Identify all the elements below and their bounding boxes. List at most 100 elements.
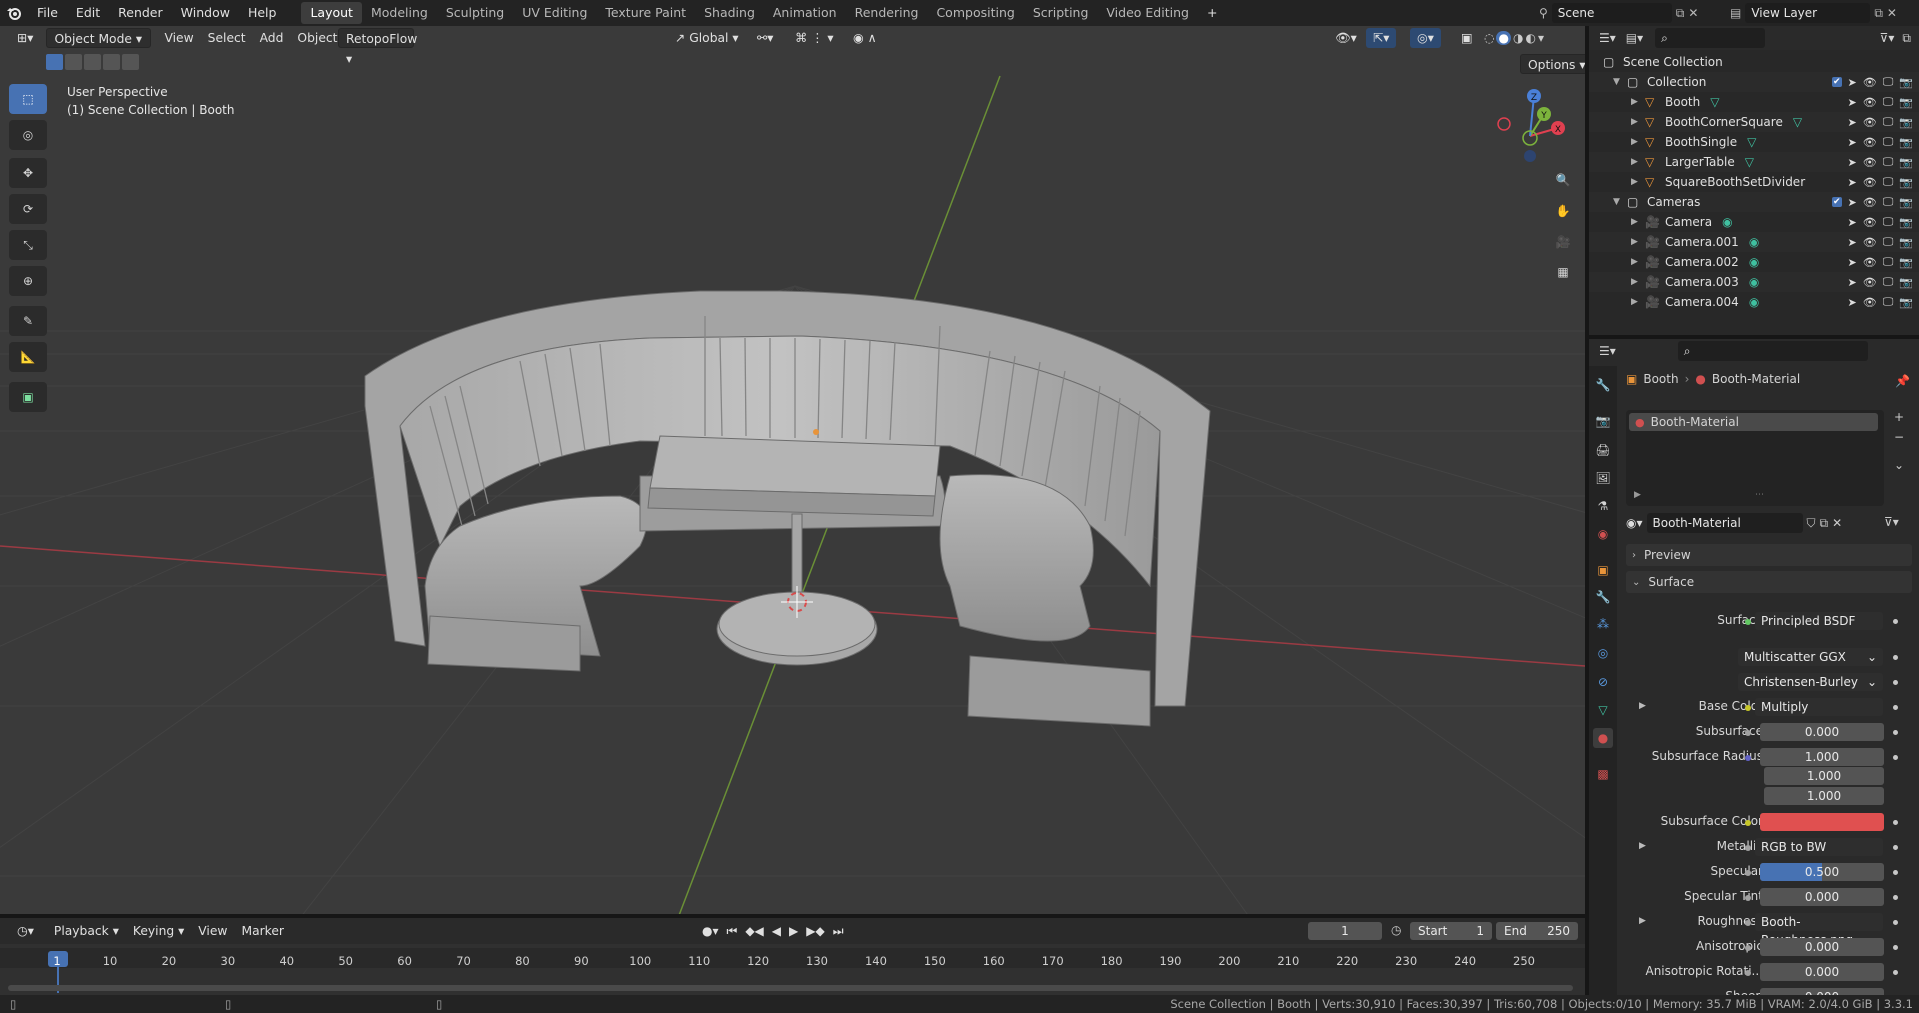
workspace-tab-video-editing[interactable]: Video Editing bbox=[1097, 2, 1198, 24]
fake-user-icon[interactable]: ⛉ bbox=[1807, 516, 1816, 531]
add-slot-icon[interactable]: + bbox=[1894, 410, 1904, 424]
outliner-collection[interactable]: ▼ ▢ Collection ✔ ➤ 👁 🖵 📷 bbox=[1589, 72, 1919, 92]
blender-logo-icon[interactable] bbox=[0, 0, 28, 26]
annotate-tool[interactable]: ✎ bbox=[9, 306, 47, 336]
material-tab-icon[interactable]: ● bbox=[1593, 728, 1613, 748]
navigation-gizmo[interactable]: X Y Z bbox=[1490, 86, 1570, 166]
wireframe-shading-icon[interactable]: ◌ bbox=[1484, 31, 1494, 45]
transform-orientation-dropdown[interactable]: ↗ Global ▾ bbox=[668, 28, 746, 48]
expand-chevron-icon[interactable]: ▶ bbox=[1631, 217, 1645, 227]
eye-icon[interactable]: 👁 bbox=[1863, 156, 1877, 169]
timeline-scrollbar[interactable] bbox=[8, 985, 1573, 991]
workspace-tab-layout[interactable]: Layout bbox=[301, 2, 362, 24]
select-arrow-icon[interactable]: ➤ bbox=[1848, 276, 1857, 289]
properties-editor-icon[interactable]: ☰▾ bbox=[1599, 344, 1616, 358]
scene-icon[interactable]: ⚲ bbox=[1539, 6, 1548, 20]
outliner-item[interactable]: ▶ ▽ BoothCornerSquare ▽ ➤ 👁 🖵 📷 bbox=[1589, 112, 1919, 132]
delete-view-layer-icon[interactable]: ✕ bbox=[1887, 6, 1897, 20]
timeline-editor-type[interactable]: ◷▾ bbox=[10, 921, 41, 941]
socket-dot-icon[interactable] bbox=[1745, 870, 1751, 876]
select-arrow-icon[interactable]: ➤ bbox=[1848, 216, 1857, 229]
add-workspace-button[interactable]: + bbox=[1198, 0, 1226, 26]
render-camera-icon[interactable]: 📷 bbox=[1899, 176, 1913, 189]
prop-field[interactable]: 0.500 bbox=[1760, 863, 1884, 881]
render-camera-icon[interactable]: 📷 bbox=[1899, 296, 1913, 309]
select-invert-icon[interactable] bbox=[103, 54, 120, 70]
zoom-view-button[interactable]: 🔍 bbox=[1549, 166, 1577, 194]
outliner-item[interactable]: ▶ 🎥 Camera.004 ◉ ➤ 👁 🖵 📷 bbox=[1589, 292, 1919, 312]
outliner-item[interactable]: ▶ ▽ SquareBoothSetDivider ➤ 👁 🖵 📷 bbox=[1589, 172, 1919, 192]
remove-slot-icon[interactable]: − bbox=[1894, 430, 1904, 444]
prev-keyframe-icon[interactable]: ◆◀ bbox=[745, 924, 763, 938]
eye-icon[interactable]: 👁 bbox=[1863, 256, 1877, 269]
select-new-icon[interactable] bbox=[46, 54, 63, 70]
render-tab-icon[interactable]: 📷 bbox=[1593, 411, 1613, 431]
prop-field[interactable]: RGB to BW bbox=[1755, 838, 1883, 856]
shading-options-icon[interactable]: ▾ bbox=[1538, 31, 1544, 45]
socket-dot-icon[interactable] bbox=[1745, 920, 1751, 926]
record-icon[interactable]: ●▾ bbox=[702, 924, 719, 938]
new-collection-icon[interactable]: ⧉ bbox=[1902, 31, 1911, 46]
keyframe-dot-icon[interactable] bbox=[1893, 870, 1898, 875]
socket-dot-icon[interactable] bbox=[1745, 945, 1751, 951]
eye-icon[interactable]: 👁 bbox=[1863, 216, 1877, 229]
camera-view-button[interactable]: 🎥 bbox=[1549, 228, 1577, 256]
move-tool[interactable]: ✥ bbox=[9, 158, 47, 188]
outliner-props-divider[interactable] bbox=[1589, 335, 1919, 339]
expand-chevron-icon[interactable]: ▶ bbox=[1631, 97, 1645, 107]
prop-field[interactable]: 1.000 bbox=[1764, 787, 1884, 805]
next-keyframe-icon[interactable]: ▶◆ bbox=[806, 924, 824, 938]
socket-dot-icon[interactable] bbox=[1745, 845, 1751, 851]
color-swatch[interactable] bbox=[1760, 813, 1884, 831]
keyframe-dot-icon[interactable] bbox=[1893, 619, 1898, 624]
render-camera-icon[interactable]: 📷 bbox=[1899, 76, 1913, 89]
keyframe-dot-icon[interactable] bbox=[1893, 680, 1898, 685]
editor-type-button[interactable]: ⊞▾ bbox=[10, 28, 40, 48]
keyframe-dot-icon[interactable] bbox=[1893, 920, 1898, 925]
pin-icon[interactable]: 📌 bbox=[1895, 374, 1910, 388]
socket-dot-icon[interactable] bbox=[1745, 619, 1751, 625]
workspace-tab-sculpting[interactable]: Sculpting bbox=[437, 2, 513, 24]
outliner-item[interactable]: ▶ ▽ BoothSingle ▽ ➤ 👁 🖵 📷 bbox=[1589, 132, 1919, 152]
outliner-item[interactable]: ▶ ▽ Booth ▽ ➤ 👁 🖵 📷 bbox=[1589, 92, 1919, 112]
pivot-point-icon[interactable]: ⚯▾ bbox=[750, 28, 780, 48]
unlink-material-icon[interactable]: ✕ bbox=[1832, 516, 1842, 530]
prop-field[interactable]: Multiply bbox=[1755, 698, 1883, 716]
area-divider[interactable] bbox=[1585, 26, 1589, 995]
expand-list-icon[interactable]: ▶ bbox=[1634, 490, 1641, 500]
jump-start-icon[interactable]: ⏮ bbox=[727, 924, 738, 939]
monitor-icon[interactable]: 🖵 bbox=[1883, 215, 1894, 229]
eye-icon[interactable]: 👁 bbox=[1863, 176, 1877, 189]
mesh-data-icon[interactable]: ▽ bbox=[1793, 115, 1802, 129]
solid-shading-icon[interactable]: ● bbox=[1496, 31, 1511, 45]
render-camera-icon[interactable]: 📷 bbox=[1899, 256, 1913, 269]
render-camera-icon[interactable]: 📷 bbox=[1899, 156, 1913, 169]
menu-render[interactable]: Render bbox=[109, 0, 172, 26]
cursor-tool[interactable]: ◎ bbox=[9, 120, 47, 150]
3d-viewport[interactable] bbox=[0, 26, 1585, 918]
render-camera-icon[interactable]: 📷 bbox=[1899, 276, 1913, 289]
workspace-tab-rendering[interactable]: Rendering bbox=[846, 2, 928, 24]
expand-chevron-icon[interactable]: ▶ bbox=[1631, 177, 1645, 187]
measure-tool[interactable]: 📐 bbox=[9, 342, 47, 372]
render-camera-icon[interactable]: 📷 bbox=[1899, 216, 1913, 229]
expand-input-icon[interactable]: ▶ bbox=[1639, 916, 1646, 926]
proportional-edit-icon[interactable]: ◉ ∧ bbox=[846, 28, 884, 48]
xray-icon[interactable]: ▣ bbox=[1454, 28, 1480, 48]
select-arrow-icon[interactable]: ➤ bbox=[1848, 176, 1857, 189]
eye-icon[interactable]: 👁 bbox=[1863, 196, 1877, 209]
texture-tab-icon[interactable]: ▩ bbox=[1593, 764, 1613, 784]
prop-field[interactable]: 1.000 bbox=[1760, 748, 1884, 766]
properties-search[interactable]: ⌕ bbox=[1677, 341, 1868, 361]
monitor-icon[interactable]: 🖵 bbox=[1883, 135, 1894, 149]
monitor-icon[interactable]: 🖵 bbox=[1883, 275, 1894, 289]
socket-dot-icon[interactable] bbox=[1745, 730, 1751, 736]
timeline-menu-view[interactable]: View bbox=[191, 921, 234, 941]
keyframe-dot-icon[interactable] bbox=[1893, 655, 1898, 660]
monitor-icon[interactable]: 🖵 bbox=[1883, 255, 1894, 269]
workspace-tab-shading[interactable]: Shading bbox=[695, 2, 764, 24]
timeline-menu-playback[interactable]: Playback ▾ bbox=[47, 921, 126, 941]
outliner-item[interactable]: ▶ 🎥 Camera.001 ◉ ➤ 👁 🖵 📷 bbox=[1589, 232, 1919, 252]
prop-field[interactable]: Booth-Roughness.png bbox=[1755, 913, 1883, 947]
camera-data-icon[interactable]: ◉ bbox=[1749, 255, 1759, 269]
